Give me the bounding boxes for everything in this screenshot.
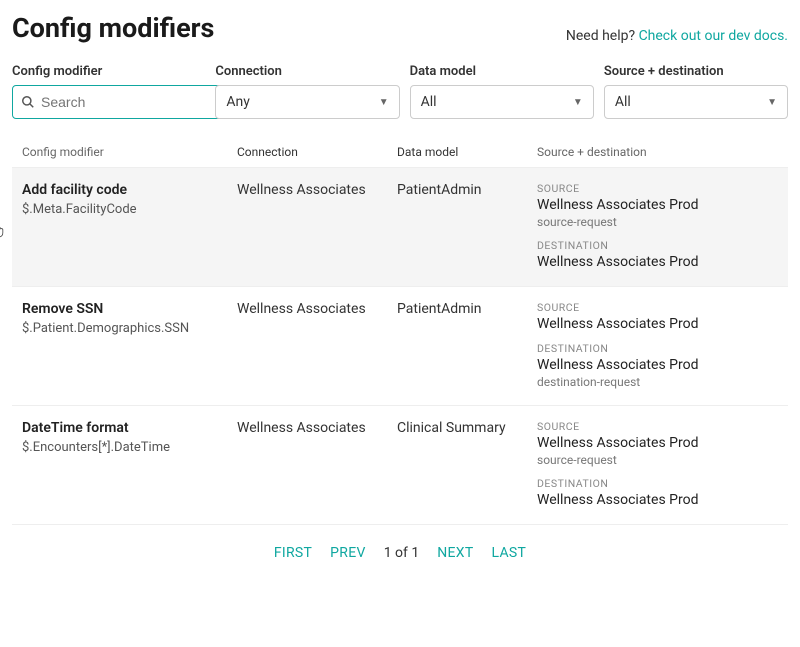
pagination-last[interactable]: LAST [492, 545, 527, 561]
modifiers-table: Config modifier Connection Data model So… [12, 137, 788, 525]
pagination-info: 1 of 1 [384, 545, 420, 561]
connection-select-value: Any [226, 94, 250, 110]
destination-section: DESTINATION Wellness Associates Prod [537, 239, 778, 270]
cell-source-dest: SOURCE Wellness Associates Prod source-req… [537, 420, 778, 508]
chevron-down-icon: ▼ [573, 97, 583, 108]
filters-bar: Config modifier Connection Any ▼ Data mo… [12, 64, 788, 119]
cell-data-model: PatientAdmin [397, 301, 537, 389]
destination-label: DESTINATION [537, 342, 778, 355]
source-dest-select-value: All [615, 94, 631, 110]
cell-source-dest: SOURCE Wellness Associates Prod source-req… [537, 182, 778, 270]
destination-label: DESTINATION [537, 477, 778, 490]
table-row[interactable]: Remove SSN$.Patient.Demographics.SSNWell… [12, 287, 788, 406]
chevron-down-icon: ▼ [767, 97, 777, 108]
destination-section: DESTINATION Wellness Associates Prod desti… [537, 342, 778, 389]
table-row[interactable]: Add facility code$.Meta.FacilityCodeWell… [12, 168, 788, 287]
source-label: SOURCE [537, 182, 778, 195]
filter-label-connection: Connection [215, 64, 399, 79]
cursor-icon [0, 228, 5, 243]
cell-modifier: Remove SSN $.Patient.Demographics.SSN [22, 301, 237, 389]
col-header-source-dest: Source + destination [537, 145, 778, 159]
source-section: SOURCE Wellness Associates Prod [537, 301, 778, 332]
pagination: FIRST PREV 1 of 1 NEXT LAST [12, 525, 788, 581]
search-input-wrap[interactable] [12, 85, 231, 119]
col-header-connection: Connection [237, 145, 397, 159]
modifier-name: DateTime format [22, 420, 237, 436]
modifier-name: Remove SSN [22, 301, 237, 317]
chevron-down-icon: ▼ [379, 97, 389, 108]
help-text: Need help? Check out our dev docs. [566, 28, 788, 44]
source-sub: source-request [537, 215, 778, 229]
pagination-first[interactable]: FIRST [274, 545, 312, 561]
help-prefix: Need help? [566, 28, 639, 44]
modifier-path: $.Patient.Demographics.SSN [22, 321, 237, 336]
data-model-select-value: All [421, 94, 437, 110]
data-model-select[interactable]: All ▼ [410, 85, 594, 119]
pagination-prev[interactable]: PREV [330, 545, 366, 561]
cell-connection: Wellness Associates [237, 182, 397, 270]
cell-data-model: Clinical Summary [397, 420, 537, 508]
source-section: SOURCE Wellness Associates Prod source-req… [537, 182, 778, 229]
destination-sub: destination-request [537, 375, 778, 389]
modifier-path: $.Encounters[*].DateTime [22, 440, 237, 455]
destination-value: Wellness Associates Prod [537, 254, 778, 270]
filter-label-source-dest: Source + destination [604, 64, 788, 79]
source-value: Wellness Associates Prod [537, 435, 778, 451]
destination-value: Wellness Associates Prod [537, 492, 778, 508]
cell-connection: Wellness Associates [237, 420, 397, 508]
help-link[interactable]: Check out our dev docs. [639, 28, 788, 44]
search-input[interactable] [35, 94, 222, 110]
source-label: SOURCE [537, 301, 778, 314]
cell-connection: Wellness Associates [237, 301, 397, 389]
source-dest-select[interactable]: All ▼ [604, 85, 788, 119]
search-icon [21, 95, 35, 109]
cell-data-model: PatientAdmin [397, 182, 537, 270]
source-section: SOURCE Wellness Associates Prod source-req… [537, 420, 778, 467]
destination-section: DESTINATION Wellness Associates Prod [537, 477, 778, 508]
source-label: SOURCE [537, 420, 778, 433]
source-value: Wellness Associates Prod [537, 316, 778, 332]
filter-label-data-model: Data model [410, 64, 594, 79]
destination-label: DESTINATION [537, 239, 778, 252]
col-header-data-model: Data model [397, 145, 537, 159]
modifier-name: Add facility code [22, 182, 237, 198]
col-header-modifier: Config modifier [22, 145, 237, 159]
cell-source-dest: SOURCEWellness Associates ProdDESTINATIO… [537, 301, 778, 389]
filter-label-config-modifier: Config modifier [12, 64, 205, 79]
source-value: Wellness Associates Prod [537, 197, 778, 213]
cell-modifier: Add facility code $.Meta.FacilityCode [22, 182, 237, 270]
modifier-path: $.Meta.FacilityCode [22, 202, 237, 217]
table-header: Config modifier Connection Data model So… [12, 137, 788, 168]
source-sub: source-request [537, 453, 778, 467]
page-title: Config modifiers [12, 12, 214, 44]
connection-select[interactable]: Any ▼ [215, 85, 399, 119]
table-row[interactable]: DateTime format$.Encounters[*].DateTimeW… [12, 406, 788, 525]
pagination-next[interactable]: NEXT [437, 545, 473, 561]
destination-value: Wellness Associates Prod [537, 357, 778, 373]
cell-modifier: DateTime format $.Encounters[*].DateTime [22, 420, 237, 508]
